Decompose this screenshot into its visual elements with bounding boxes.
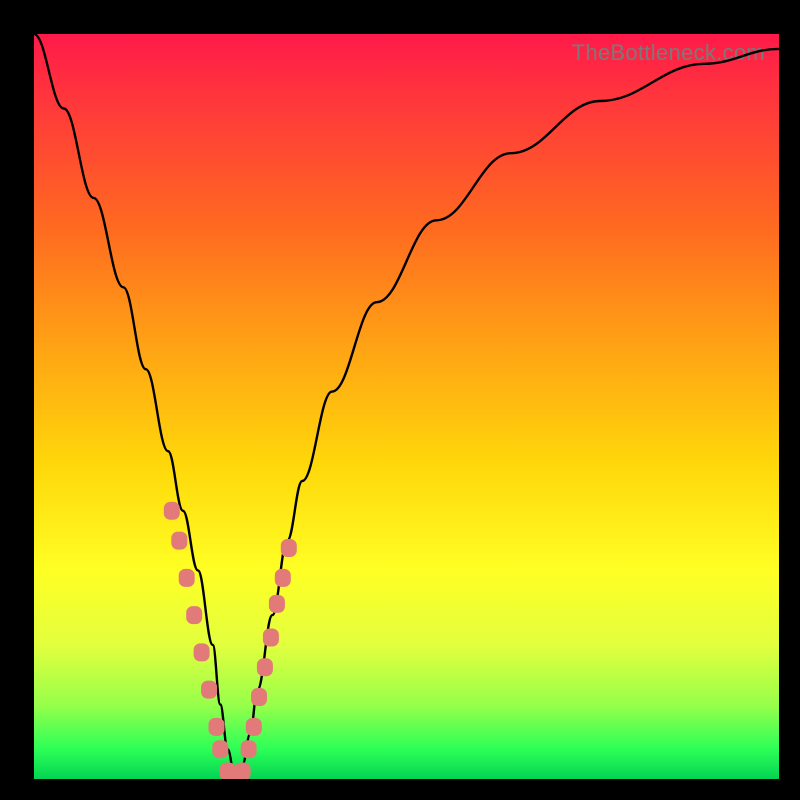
scatter-point: [275, 569, 290, 586]
scatter-point: [164, 502, 179, 519]
scatter-point: [241, 741, 256, 758]
scatter-point: [269, 595, 284, 612]
bottleneck-curve: [34, 34, 779, 779]
scatter-point: [179, 569, 194, 586]
scatter-point: [213, 741, 228, 758]
scatter-point: [263, 629, 278, 646]
scatter-point: [257, 659, 272, 676]
scatter-point: [194, 644, 209, 661]
scatter-point: [252, 689, 267, 706]
scatter-points: [164, 502, 296, 779]
scatter-point: [246, 718, 261, 735]
scatter-point: [281, 540, 296, 557]
plot-area: TheBottleneck.com: [34, 34, 779, 779]
scatter-point: [172, 532, 187, 549]
scatter-point: [209, 718, 224, 735]
scatter-point: [187, 607, 202, 624]
scatter-point: [235, 763, 250, 779]
curve-layer: [34, 34, 779, 779]
chart-root: { "watermark": "TheBottleneck.com", "cha…: [0, 0, 800, 800]
scatter-point: [202, 681, 217, 698]
